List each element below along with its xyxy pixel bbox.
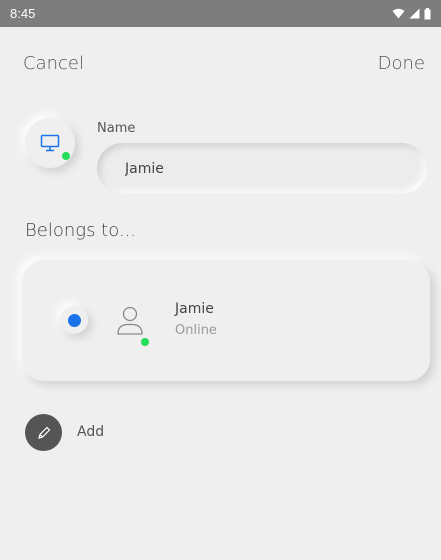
add-label[interactable]: Add: [77, 424, 104, 440]
belongs-to-card: Jamie Online: [22, 260, 430, 381]
user-icon: [117, 306, 143, 335]
name-input[interactable]: [97, 143, 427, 194]
user-online-dot: [141, 338, 149, 346]
user-avatar: [115, 305, 149, 346]
user-status: Online: [175, 323, 217, 338]
done-button[interactable]: Done: [378, 53, 425, 74]
status-bar: 8:45: [0, 0, 441, 27]
belongs-to-heading: Belongs to...: [25, 220, 137, 241]
monitor-icon: [40, 134, 60, 152]
add-button[interactable]: [25, 414, 62, 451]
online-status-dot: [62, 152, 70, 160]
cancel-button[interactable]: Cancel: [23, 53, 84, 74]
user-radio-button[interactable]: [60, 306, 88, 334]
name-label: Name: [97, 121, 136, 136]
user-name: Jamie: [175, 301, 214, 317]
status-icons: [392, 7, 431, 20]
wifi-icon: [392, 8, 405, 19]
pencil-icon: [37, 426, 50, 439]
status-time: 8:45: [10, 6, 36, 21]
battery-icon: [424, 7, 431, 19]
signal-icon: [409, 8, 420, 19]
radio-selected-dot: [67, 313, 81, 327]
device-avatar[interactable]: [25, 118, 75, 168]
